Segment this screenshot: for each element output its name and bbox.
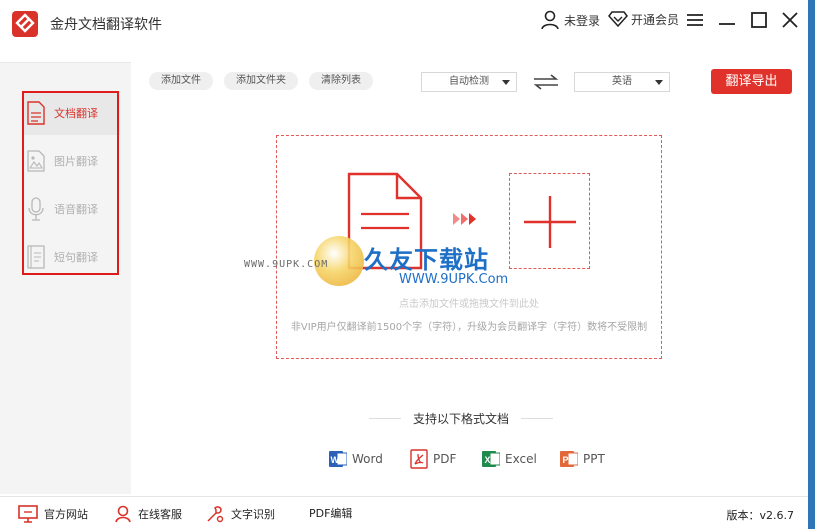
close-button[interactable] [779, 9, 801, 31]
format-label: Excel [505, 452, 537, 466]
format-label: Word [352, 452, 383, 466]
add-folder-button[interactable]: 添加文件夹 [224, 72, 298, 90]
image-icon [27, 150, 45, 172]
footer-label: 文字识别 [231, 508, 275, 521]
sidebar-item-label: 短句翻译 [54, 251, 98, 264]
official-website-link[interactable]: 官方网站 [18, 505, 88, 523]
translate-export-button[interactable]: 翻译导出 [711, 69, 792, 94]
target-language-value: 英语 [612, 76, 632, 87]
footer-label: 在线客服 [138, 508, 182, 521]
drop-hint-text: 点击添加文件或拖拽文件到此处 [399, 299, 539, 310]
maximize-icon [751, 12, 767, 28]
online-service-link[interactable]: 在线客服 [114, 505, 182, 523]
format-label: PDF [433, 452, 457, 466]
svg-text:P: P [563, 455, 569, 465]
format-pdf: PDF [410, 449, 456, 469]
format-ppt: P PPT [560, 449, 605, 469]
sidebar-item-voice-translate[interactable]: 语音翻译 [22, 187, 120, 231]
vip-label: 开通会员 [631, 12, 680, 27]
app-logo [12, 11, 38, 37]
footer-label: 官方网站 [44, 508, 88, 521]
forward-arrows-icon [453, 213, 476, 225]
menu-button[interactable] [684, 9, 706, 31]
tools-icon [207, 506, 224, 523]
sidebar-item-image-translate[interactable]: 图片翻译 [22, 139, 120, 183]
text-recognition-link[interactable]: 文字识别 [205, 505, 275, 523]
format-label: PPT [583, 452, 605, 466]
minimize-button[interactable] [716, 9, 738, 31]
customer-service-icon [115, 505, 131, 523]
hamburger-icon [687, 14, 703, 26]
login-button[interactable]: 未登录 [540, 10, 600, 30]
maximize-button[interactable] [748, 9, 770, 31]
text-icon [27, 245, 45, 269]
svg-text:W: W [331, 455, 340, 465]
user-icon [541, 10, 559, 30]
close-icon [782, 12, 798, 28]
ppt-icon: P [560, 449, 579, 469]
svg-text:X: X [485, 455, 491, 465]
document-icon [27, 101, 45, 125]
diamond-icon [608, 11, 628, 28]
chevron-down-icon [502, 80, 510, 85]
word-icon: W [329, 449, 348, 469]
source-language-value: 自动检测 [449, 76, 489, 87]
format-word: W Word [329, 449, 383, 469]
add-file-area[interactable] [509, 173, 590, 269]
plus-icon [524, 196, 576, 248]
sidebar-item-label: 语音翻译 [54, 203, 98, 216]
sidebar-item-label: 图片翻译 [54, 155, 98, 168]
clear-list-button[interactable]: 清除列表 [309, 72, 373, 90]
login-label: 未登录 [564, 13, 601, 28]
app-title: 金舟文档翻译软件 [50, 17, 162, 33]
vip-button[interactable]: 开通会员 [608, 10, 679, 28]
target-language-select[interactable]: 英语 [574, 72, 670, 92]
pdf-icon [410, 449, 428, 469]
sidebar-item-label: 文档翻译 [54, 107, 98, 120]
app-window: 金舟文档翻译软件 未登录 开通会员 文档翻译 图片翻译 语音翻译 短句翻译 添加… [0, 0, 808, 530]
source-language-select[interactable]: 自动检测 [421, 72, 517, 92]
sidebar-item-sentence-translate[interactable]: 短句翻译 [22, 235, 120, 279]
title-bar: 金舟文档翻译软件 未登录 开通会员 [0, 0, 808, 44]
vip-notice-text: 非VIP用户仅翻译前1500个字（字符），升级为会员翻译字（字符）数将不受限制 [290, 322, 648, 333]
window-edge [808, 0, 815, 529]
sidebar: 文档翻译 图片翻译 语音翻译 短句翻译 [0, 62, 131, 494]
document-icon [347, 172, 423, 270]
swap-languages-button[interactable] [532, 72, 560, 92]
monitor-icon [18, 505, 38, 523]
footer-label: PDF编辑 [309, 507, 353, 520]
sidebar-item-document-translate[interactable]: 文档翻译 [22, 91, 120, 135]
formats-title: 支持以下格式文档 [369, 410, 553, 427]
footer-bar: 官方网站 在线客服 文字识别 PDF编辑 版本：v2.6.7 [0, 496, 808, 530]
pdf-edit-link[interactable]: PDF编辑 [309, 505, 352, 521]
minimize-icon [719, 23, 735, 25]
microphone-icon [28, 197, 44, 221]
excel-icon: X [482, 449, 501, 469]
format-excel: X Excel [482, 449, 537, 469]
add-file-button[interactable]: 添加文件 [149, 72, 213, 90]
version-label: 版本：v2.6.7 [726, 509, 795, 522]
chevron-down-icon [655, 80, 663, 85]
swap-icon [533, 74, 559, 90]
